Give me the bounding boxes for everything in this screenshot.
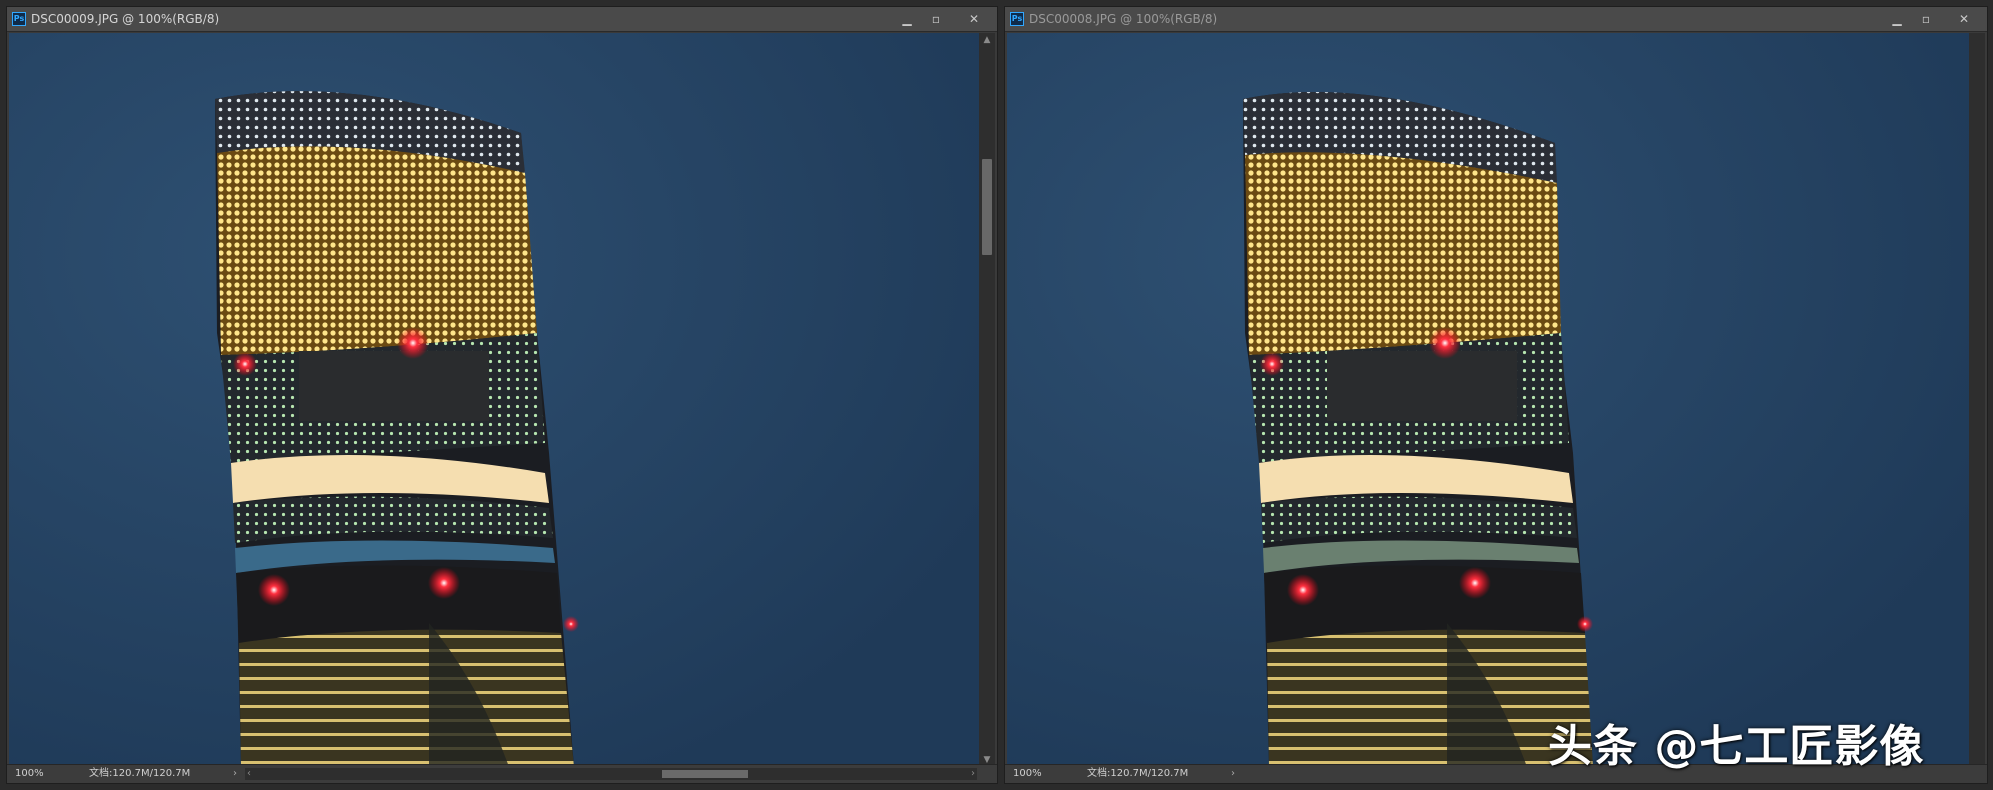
vertical-scrollbar[interactable] <box>1969 33 1985 767</box>
document-title: DSC00008.JPG @ 100%(RGB/8) <box>1029 12 1218 26</box>
watermark: 头条 @七工匠影像 <box>1548 721 1925 772</box>
close-button[interactable]: ✕ <box>951 9 997 29</box>
document-tab[interactable]: Ps DSC00009.JPG @ 100%(RGB/8) ▁ ▫ ✕ <box>7 7 997 32</box>
zoom-level[interactable]: 100% <box>1013 765 1042 783</box>
photoshop-icon: Ps <box>12 12 26 26</box>
document-size: 文档:120.7M/120.7M <box>1087 768 1189 779</box>
scroll-thumb[interactable] <box>662 770 748 778</box>
document-window-right: Ps DSC00008.JPG @ 100%(RGB/8) ▁ ▫ ✕ 100%… <box>1004 6 1988 784</box>
status-menu-arrow-icon[interactable]: › <box>233 765 237 783</box>
maximize-button[interactable]: ▫ <box>922 9 950 29</box>
vertical-scrollbar[interactable]: ▲ ▼ <box>979 33 995 767</box>
scroll-right-icon[interactable]: › <box>971 765 975 783</box>
close-button[interactable]: ✕ <box>1941 9 1987 29</box>
status-menu-arrow-icon[interactable]: › <box>1231 765 1235 783</box>
status-bar: 100% 文档:120.7M/120.7M › ‹ › <box>7 764 997 783</box>
scroll-thumb[interactable] <box>982 159 992 255</box>
maximize-button[interactable]: ▫ <box>1912 9 1940 29</box>
minimize-button[interactable]: ▁ <box>893 9 921 29</box>
document-tab[interactable]: Ps DSC00008.JPG @ 100%(RGB/8) ▁ ▫ ✕ <box>1005 7 1987 32</box>
minimize-button[interactable]: ▁ <box>1883 9 1911 29</box>
tower-photo <box>1007 33 1971 767</box>
scroll-left-icon[interactable]: ‹ <box>247 765 251 783</box>
tower-photo <box>9 33 979 767</box>
document-window-left: Ps DSC00009.JPG @ 100%(RGB/8) ▁ ▫ ✕ ▲ ▼ … <box>6 6 998 784</box>
horizontal-scrollbar[interactable]: ‹ › <box>245 768 977 780</box>
image-canvas[interactable] <box>1007 33 1971 767</box>
photoshop-icon: Ps <box>1010 12 1024 26</box>
document-title: DSC00009.JPG @ 100%(RGB/8) <box>31 12 220 26</box>
image-canvas[interactable] <box>9 33 979 767</box>
document-size: 文档:120.7M/120.7M <box>89 768 191 779</box>
zoom-level[interactable]: 100% <box>15 765 44 783</box>
scroll-up-icon[interactable]: ▲ <box>979 33 995 47</box>
